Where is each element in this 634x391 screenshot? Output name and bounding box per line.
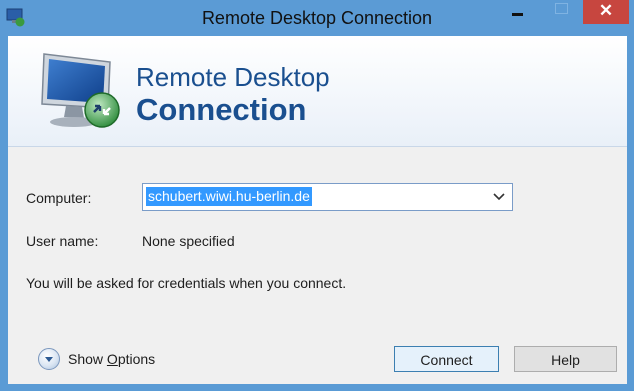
connection-form: Computer: schubert.wiwi.hu-berlin.de Use… [8,147,627,384]
help-button[interactable]: Help [514,346,617,372]
computer-label: Computer: [26,190,92,206]
username-label: User name: [26,233,99,249]
title-bar[interactable]: Remote Desktop Connection ✕ [0,0,634,36]
connect-button[interactable]: Connect [394,346,499,372]
rdc-window: Remote Desktop Connection ✕ Remote Deskt… [0,0,634,391]
computer-input[interactable]: schubert.wiwi.hu-berlin.de [146,187,312,206]
maximize-icon[interactable] [546,0,576,24]
client-area: Remote Desktop Connection Computer: schu… [8,36,627,384]
banner-title-line1: Remote Desktop [136,62,330,92]
dropdown-arrow-icon[interactable] [490,188,508,206]
close-icon[interactable]: ✕ [583,0,629,24]
computer-combobox[interactable]: schubert.wiwi.hu-berlin.de [142,183,513,211]
username-value: None specified [142,233,235,249]
header-banner: Remote Desktop Connection [8,36,627,147]
show-options-label[interactable]: Show Options [68,351,155,367]
expand-options-icon[interactable] [38,348,60,370]
monitor-icon [41,53,120,128]
credentials-info-text: You will be asked for credentials when y… [26,275,347,291]
banner-title-line2: Connection [136,92,307,127]
minimize-icon[interactable] [500,0,540,24]
